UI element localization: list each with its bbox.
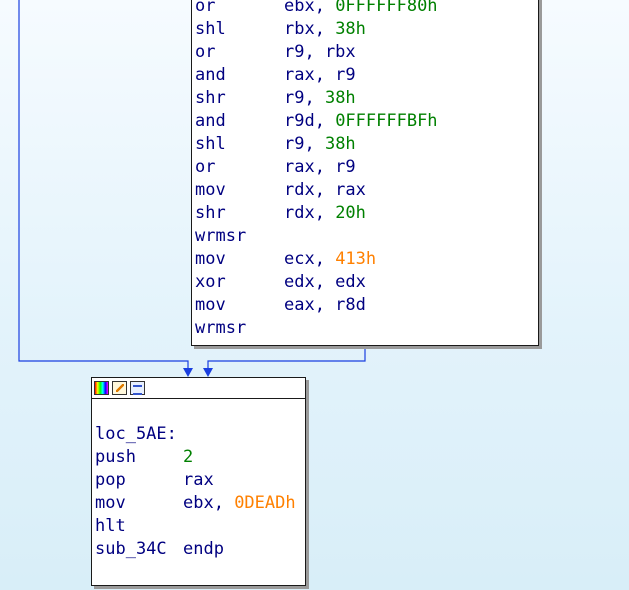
immediate-value: 0FFFFFFBFh <box>335 111 438 131</box>
basic-block-top[interactable]: or ebx, 0FFFFFF80h shl rbx, 38h or r9, rbx and… <box>191 0 539 346</box>
top-block-instructions: or ebx, 0FFFFFF80h shl rbx, 38h or r9, rbx and… <box>195 0 438 340</box>
operand: r9, <box>284 134 325 154</box>
mnemonic: xor <box>195 272 226 292</box>
operand: r9, <box>284 88 325 108</box>
instruction-line[interactable]: wrmsr <box>195 317 438 340</box>
operand: rdx, rax <box>284 180 366 200</box>
mnemonic: mov <box>195 180 226 200</box>
edge-right-arrow <box>203 368 213 377</box>
mnemonic: wrmsr <box>195 318 247 338</box>
mnemonic: sub_34C <box>95 539 167 559</box>
bottom-block-instructions: loc_5AE: push 2 pop rax mov ebx, 0DEADh hlt sub_… <box>95 423 296 561</box>
mnemonic: shl <box>195 134 226 154</box>
instruction-line[interactable]: and rax, r9 <box>195 64 438 87</box>
instruction-line[interactable]: shr r9, 38h <box>195 87 438 110</box>
graph-view[interactable]: or ebx, 0FFFFFF80h shl rbx, 38h or r9, rbx and… <box>0 0 629 590</box>
code-label[interactable]: loc_5AE: <box>95 424 177 444</box>
instruction-line[interactable]: or r9, rbx <box>195 41 438 64</box>
instruction-line[interactable]: sub_34C endp <box>95 538 296 561</box>
operand: ecx, <box>284 249 336 269</box>
instruction-line[interactable]: push 2 <box>95 446 296 469</box>
block-header <box>92 378 305 399</box>
mnemonic: mov <box>195 295 226 315</box>
instruction-line[interactable]: mov rdx, rax <box>195 179 438 202</box>
mnemonic: mov <box>95 493 126 513</box>
basic-block-loc-5ae[interactable]: loc_5AE: push 2 pop rax mov ebx, 0DEADh hlt sub_… <box>91 377 306 586</box>
immediate-value: 38h <box>335 19 366 39</box>
mnemonic: shr <box>195 88 226 108</box>
instruction-line[interactable]: mov ecx, 413h <box>195 248 438 271</box>
mnemonic: shl <box>195 19 226 39</box>
edge-right <box>207 346 366 370</box>
mnemonic: wrmsr <box>195 226 247 246</box>
mnemonic: hlt <box>95 516 126 536</box>
instruction-line[interactable]: shl rbx, 38h <box>195 18 438 41</box>
instruction-line[interactable]: mov eax, r8d <box>195 294 438 317</box>
operand: endp <box>183 539 224 559</box>
operand: eax, r8d <box>284 295 366 315</box>
instruction-line[interactable]: loc_5AE: <box>95 423 296 446</box>
mnemonic: and <box>195 65 226 85</box>
operand: rax <box>183 470 214 490</box>
instruction-line[interactable]: shl r9, 38h <box>195 133 438 156</box>
mnemonic: and <box>195 111 226 131</box>
graph-overview-icon[interactable] <box>130 381 145 395</box>
mnemonic: push <box>95 447 136 467</box>
immediate-value: 20h <box>335 203 366 223</box>
immediate-value: 38h <box>324 88 356 108</box>
immediate-value: 413h <box>335 249 377 269</box>
immediate-value: 38h <box>324 134 356 154</box>
operand: rax, r9 <box>284 157 356 177</box>
instruction-line[interactable]: or rax, r9 <box>195 156 438 179</box>
instruction-line[interactable]: or ebx, 0FFFFFF80h <box>195 0 438 18</box>
instruction-line[interactable]: shr rdx, 20h <box>195 202 438 225</box>
mnemonic: or <box>195 157 216 177</box>
instruction-line[interactable]: pop rax <box>95 469 296 492</box>
mnemonic: or <box>195 0 216 16</box>
mnemonic: or <box>195 42 216 62</box>
instruction-line[interactable]: wrmsr <box>195 225 438 248</box>
immediate-value: 0FFFFFF80h <box>335 0 438 16</box>
mnemonic: shr <box>195 203 226 223</box>
mnemonic: pop <box>95 470 126 490</box>
immediate-value: 2 <box>183 447 194 467</box>
instruction-line[interactable]: mov ebx, 0DEADh <box>95 492 296 515</box>
mnemonic: mov <box>195 249 226 269</box>
operand: rbx, <box>284 19 336 39</box>
instruction-line[interactable]: xor edx, edx <box>195 271 438 294</box>
operand: ebx, <box>183 493 235 513</box>
rename-icon[interactable] <box>112 381 127 395</box>
edge-left <box>18 0 189 370</box>
operand: r9, rbx <box>284 42 356 62</box>
operand: rax, r9 <box>284 65 356 85</box>
operand: rdx, <box>284 203 336 223</box>
immediate-value: 0DEADh <box>234 493 296 513</box>
operand: edx, edx <box>284 272 366 292</box>
instruction-line[interactable]: and r9d, 0FFFFFFBFh <box>195 110 438 133</box>
color-palette-icon[interactable] <box>94 381 109 395</box>
edge-left-arrow <box>183 368 193 377</box>
operand: r9d, <box>284 111 336 131</box>
instruction-line[interactable]: hlt <box>95 515 296 538</box>
operand: ebx, <box>284 0 336 16</box>
